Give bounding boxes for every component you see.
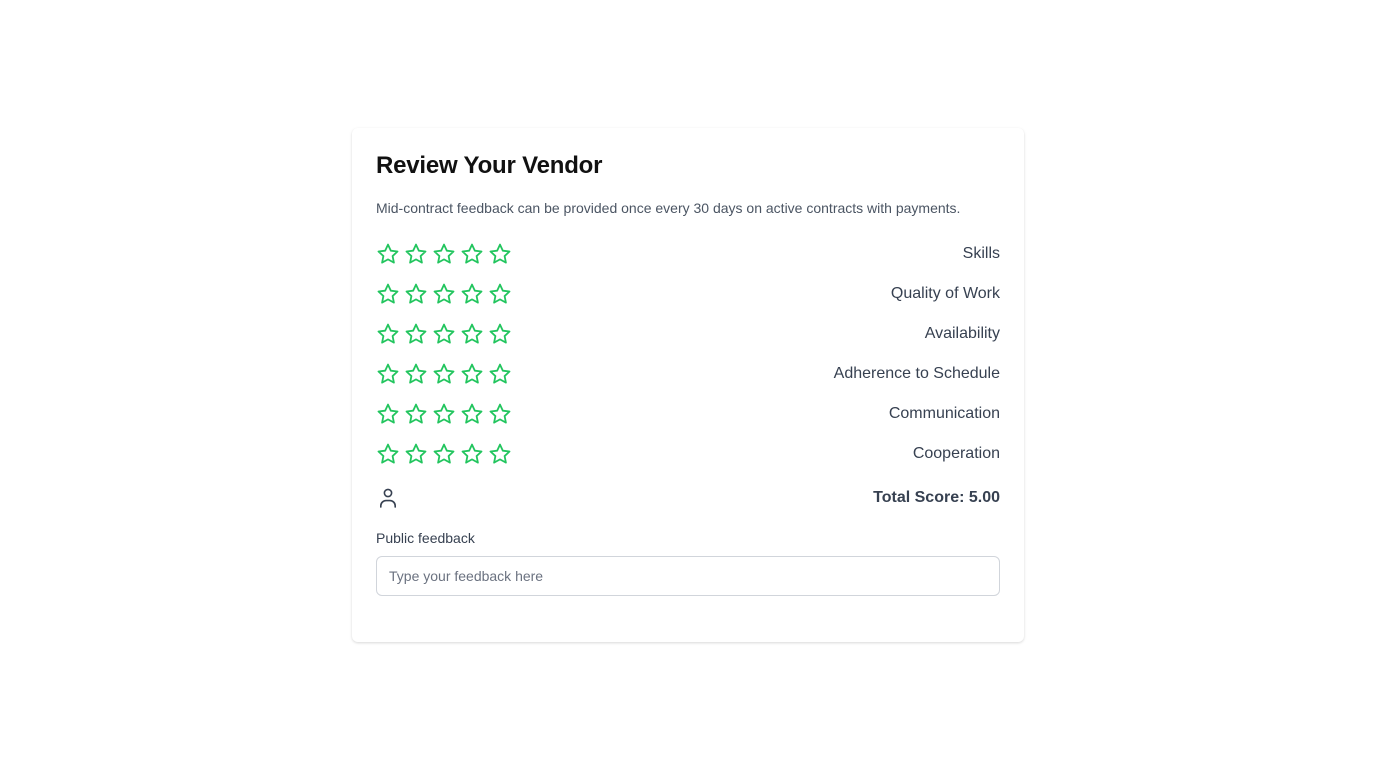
review-vendor-card: Review Your Vendor Mid-contract feedback… bbox=[352, 128, 1024, 642]
star-icon[interactable] bbox=[488, 242, 512, 266]
rating-row-adherence-to-schedule: Adherence to Schedule bbox=[376, 354, 1000, 394]
star-icon[interactable] bbox=[460, 322, 484, 346]
rating-label: Skills bbox=[962, 245, 1000, 262]
rating-row-availability: Availability bbox=[376, 314, 1000, 354]
page-title: Review Your Vendor bbox=[376, 152, 603, 179]
star-rating[interactable] bbox=[376, 282, 512, 306]
star-icon[interactable] bbox=[460, 282, 484, 306]
star-icon[interactable] bbox=[488, 442, 512, 466]
rating-row-cooperation: Cooperation bbox=[376, 434, 1000, 474]
user-icon bbox=[376, 486, 400, 510]
star-icon[interactable] bbox=[432, 362, 456, 386]
star-icon[interactable] bbox=[432, 242, 456, 266]
star-icon[interactable] bbox=[432, 282, 456, 306]
star-icon[interactable] bbox=[460, 242, 484, 266]
rating-row-quality-of-work: Quality of Work bbox=[376, 274, 1000, 314]
star-rating[interactable] bbox=[376, 402, 512, 426]
star-icon[interactable] bbox=[432, 322, 456, 346]
public-feedback-input[interactable] bbox=[376, 556, 1000, 596]
total-score: Total Score: 5.00 bbox=[873, 489, 1000, 506]
star-icon[interactable] bbox=[488, 322, 512, 346]
star-icon[interactable] bbox=[432, 402, 456, 426]
star-icon[interactable] bbox=[432, 442, 456, 466]
star-icon[interactable] bbox=[488, 362, 512, 386]
star-rating[interactable] bbox=[376, 362, 512, 386]
star-icon[interactable] bbox=[376, 362, 400, 386]
star-icon[interactable] bbox=[376, 402, 400, 426]
star-icon[interactable] bbox=[488, 402, 512, 426]
star-icon[interactable] bbox=[460, 402, 484, 426]
star-icon[interactable] bbox=[376, 282, 400, 306]
ratings-list: Skills Quality of Work Availability Adhe… bbox=[376, 234, 1000, 474]
star-icon[interactable] bbox=[460, 362, 484, 386]
star-icon[interactable] bbox=[404, 442, 428, 466]
public-feedback-label: Public feedback bbox=[376, 530, 475, 546]
star-icon[interactable] bbox=[404, 242, 428, 266]
score-row: Total Score: 5.00 bbox=[376, 482, 1000, 514]
star-icon[interactable] bbox=[404, 362, 428, 386]
rating-row-skills: Skills bbox=[376, 234, 1000, 274]
star-rating[interactable] bbox=[376, 442, 512, 466]
rating-label: Communication bbox=[888, 405, 1000, 422]
star-icon[interactable] bbox=[404, 402, 428, 426]
rating-label: Adherence to Schedule bbox=[833, 365, 1000, 382]
rating-label: Availability bbox=[924, 325, 1000, 342]
rating-label: Quality of Work bbox=[890, 285, 1000, 302]
star-icon[interactable] bbox=[376, 242, 400, 266]
star-icon[interactable] bbox=[404, 322, 428, 346]
star-icon[interactable] bbox=[404, 282, 428, 306]
star-icon[interactable] bbox=[376, 322, 400, 346]
feedback-policy-text: Mid-contract feedback can be provided on… bbox=[376, 200, 961, 216]
star-icon[interactable] bbox=[488, 282, 512, 306]
star-rating[interactable] bbox=[376, 242, 512, 266]
star-rating[interactable] bbox=[376, 322, 512, 346]
rating-row-communication: Communication bbox=[376, 394, 1000, 434]
star-icon[interactable] bbox=[460, 442, 484, 466]
rating-label: Cooperation bbox=[912, 445, 1000, 462]
star-icon[interactable] bbox=[376, 442, 400, 466]
